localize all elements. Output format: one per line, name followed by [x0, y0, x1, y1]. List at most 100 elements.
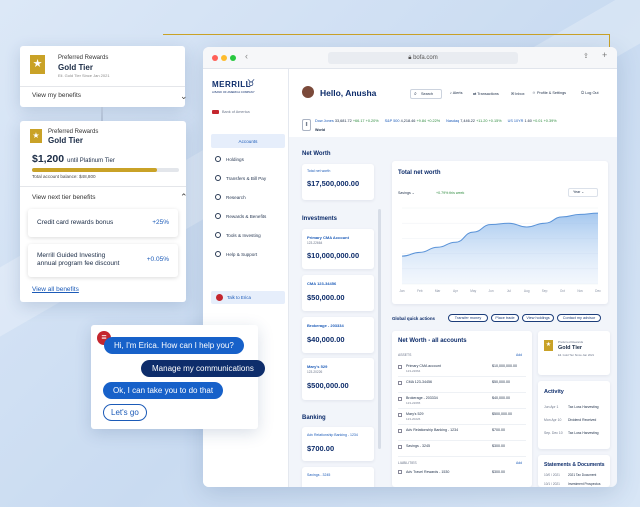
liability-row[interactable]: Adv Travel Rewards - 1530	[398, 470, 449, 474]
chevron-up-icon[interactable]: ⌃	[180, 192, 188, 203]
view-holdings-button[interactable]: View holdings	[522, 314, 554, 322]
nav-item-holdings[interactable]: Holdings	[211, 152, 285, 166]
scrollbar[interactable]	[378, 209, 381, 449]
gold-mini-since: Eli. Gold Tier Since Jan 2021	[558, 353, 595, 357]
nw-account-row[interactable]: CMA 123-34456 $50,000.00	[398, 379, 526, 393]
account-card[interactable]: Mary's 529 123-20226 $500,000.00	[302, 358, 374, 400]
nav-label: Rewards & Benefits	[226, 213, 267, 219]
search-box[interactable]: ⌕ Search	[410, 89, 442, 99]
benefit-row[interactable]: Credit card rewards bonus +25%	[28, 209, 178, 237]
statements-title: Statements & Documents	[544, 462, 605, 468]
account-value: $50,000.00	[307, 293, 345, 302]
close-window-dot[interactable]	[212, 55, 218, 61]
nav-label: Holdings	[226, 156, 244, 162]
nw-account-row[interactable]: Brokerage - 203334 123-22665 $40,000.00	[398, 395, 526, 409]
alerts-button[interactable]: ♪ Alerts	[450, 91, 462, 95]
bank-of-america-link[interactable]: Bank of America	[212, 110, 250, 114]
banking-card[interactable]: Adv Relationship Banking - 1234 $700.00	[302, 427, 374, 461]
nw-all-title: Net Worth - all accounts	[398, 338, 467, 344]
gold-tier-mini-card[interactable]: ★ Preferred Rewards Gold Tier Eli. Gold …	[538, 331, 610, 375]
statements-card: Statements & Documents 10/0 / 2021 2021 T…	[538, 455, 610, 487]
benefit-row[interactable]: Merrill Guided Investing annual program …	[28, 244, 178, 277]
net-worth-heading: Net Worth	[302, 151, 331, 157]
chevron-down-icon[interactable]: ⌄	[180, 91, 188, 102]
maximize-window-dot[interactable]	[230, 55, 236, 61]
inbox-button[interactable]: ✉ Inbox	[511, 91, 525, 96]
talk-to-erica-button[interactable]: Talk to Erica	[211, 291, 285, 304]
x-tick-label: Sep	[542, 289, 548, 293]
activity-text: Tax Loss Harvesting	[568, 431, 599, 435]
ticker-value: 1.60	[524, 119, 532, 123]
avatar[interactable]	[302, 86, 314, 98]
checkbox[interactable]	[398, 413, 402, 417]
total-net-worth-card[interactable]: Total net worth $17,500,000.00	[302, 164, 374, 200]
tier-name: Gold Tier	[58, 63, 93, 72]
nw-account-row[interactable]: Savings - 3245 $300.00	[398, 443, 526, 457]
account-value: $40,000.00	[307, 335, 345, 344]
checkbox[interactable]	[398, 397, 402, 401]
nw-account-row[interactable]: Adv Relationship Banking - 1234 $700.00	[398, 427, 526, 441]
nav-item-rewards[interactable]: Rewards & Benefits	[211, 209, 285, 223]
ticker-name[interactable]: Dow Jones	[315, 119, 334, 123]
chart-title: Total net worth	[398, 170, 441, 176]
checkbox[interactable]	[398, 365, 402, 369]
url-text: bofa.com	[413, 55, 438, 61]
account-card[interactable]: CMA 123-34456 $50,000.00	[302, 275, 374, 311]
x-tick-label: May	[470, 289, 476, 293]
x-tick-label: Feb	[417, 289, 423, 293]
checkbox[interactable]	[398, 470, 402, 474]
assets-label: ASSETS	[398, 353, 412, 357]
share-icon[interactable]: ⇪	[583, 52, 589, 60]
ticker-value: 33,681.72	[334, 119, 352, 123]
banking-card[interactable]: Savings - 3245	[302, 467, 374, 487]
ticker-name[interactable]: US 10YR	[508, 119, 524, 123]
ticker-pct: +0.20%	[365, 119, 379, 123]
minimize-window-dot[interactable]	[221, 55, 227, 61]
star-badge-icon: ★	[30, 55, 45, 74]
add-liability-link[interactable]: Add	[516, 461, 522, 465]
nw-account-name: Savings - 3245	[406, 444, 430, 448]
view-all-benefits-link[interactable]: View all benefits	[32, 286, 79, 293]
x-tick-label: Oct	[560, 289, 565, 293]
nav-item-accounts[interactable]: Accounts	[211, 134, 285, 148]
account-id: 123-22664	[307, 241, 323, 245]
contact-advisor-button[interactable]: Contact my advisor	[557, 314, 601, 322]
new-tab-icon[interactable]: +	[602, 50, 607, 60]
place-trade-button[interactable]: Place trade	[491, 314, 519, 322]
view-next-tier-toggle[interactable]: View next tier benefits	[32, 194, 95, 201]
add-asset-link[interactable]: Add	[516, 353, 522, 357]
transfer-money-button[interactable]: Transfer money	[448, 314, 488, 322]
browser-chrome: ‹ 🔒︎ bofa.com ⇪ +	[203, 47, 617, 69]
checkbox[interactable]	[398, 445, 402, 449]
nw-account-id: 123-20226	[406, 417, 421, 421]
checkbox[interactable]	[398, 429, 402, 433]
nw-account-row[interactable]: Primary CMA account 123-22664 $10,000,000.…	[398, 363, 526, 377]
account-card[interactable]: Primary CMA Account 123-22664 $10,000,00…	[302, 229, 374, 269]
pause-ticker-button[interactable]: ‖	[302, 119, 311, 131]
account-name: Brokerage - 203334	[307, 323, 344, 328]
nav-item-help[interactable]: Help & Support	[211, 247, 285, 261]
nav-item-transfers[interactable]: Transfers & Bill Pay	[211, 171, 285, 185]
nav-item-research[interactable]: Research	[211, 190, 285, 204]
ticker-name[interactable]: Nasdaq	[446, 119, 459, 123]
transactions-icon: ⇄	[473, 92, 477, 96]
nw-account-value: $300.00	[492, 444, 505, 448]
back-arrow-icon[interactable]: ‹	[245, 51, 248, 61]
nav-item-tools[interactable]: Tools & Investing	[211, 228, 285, 242]
ticker-item: US 10YR 1.60 +0.01 +0.39%	[508, 119, 557, 123]
greeting: Hello, Anusha	[320, 88, 377, 98]
profile-settings-button[interactable]: ☺ Profile & Settings	[532, 91, 566, 95]
account-card[interactable]: Brokerage - 203334 $40,000.00	[302, 317, 374, 353]
transactions-button[interactable]: ⇄ Transactions	[473, 91, 499, 96]
star-badge-icon: ★	[30, 129, 42, 143]
nw-account-name: Brokerage - 203334	[406, 396, 438, 400]
lets-go-button[interactable]: Let's go	[103, 404, 147, 421]
erica-chat-card: ≡ Hi, I'm Erica. How can I help you? Man…	[91, 325, 265, 429]
ticker-name[interactable]: S&P 500	[385, 119, 400, 123]
view-benefits-toggle[interactable]: View my benefits	[32, 92, 81, 99]
ticker-change: +11.20	[476, 119, 488, 123]
logout-button[interactable]: ⏻ Log Out	[581, 91, 599, 95]
address-bar[interactable]: 🔒︎ bofa.com	[328, 52, 518, 64]
nw-account-row[interactable]: Mary's 529 123-20226 $500,000.00	[398, 411, 526, 425]
checkbox[interactable]	[398, 381, 402, 385]
